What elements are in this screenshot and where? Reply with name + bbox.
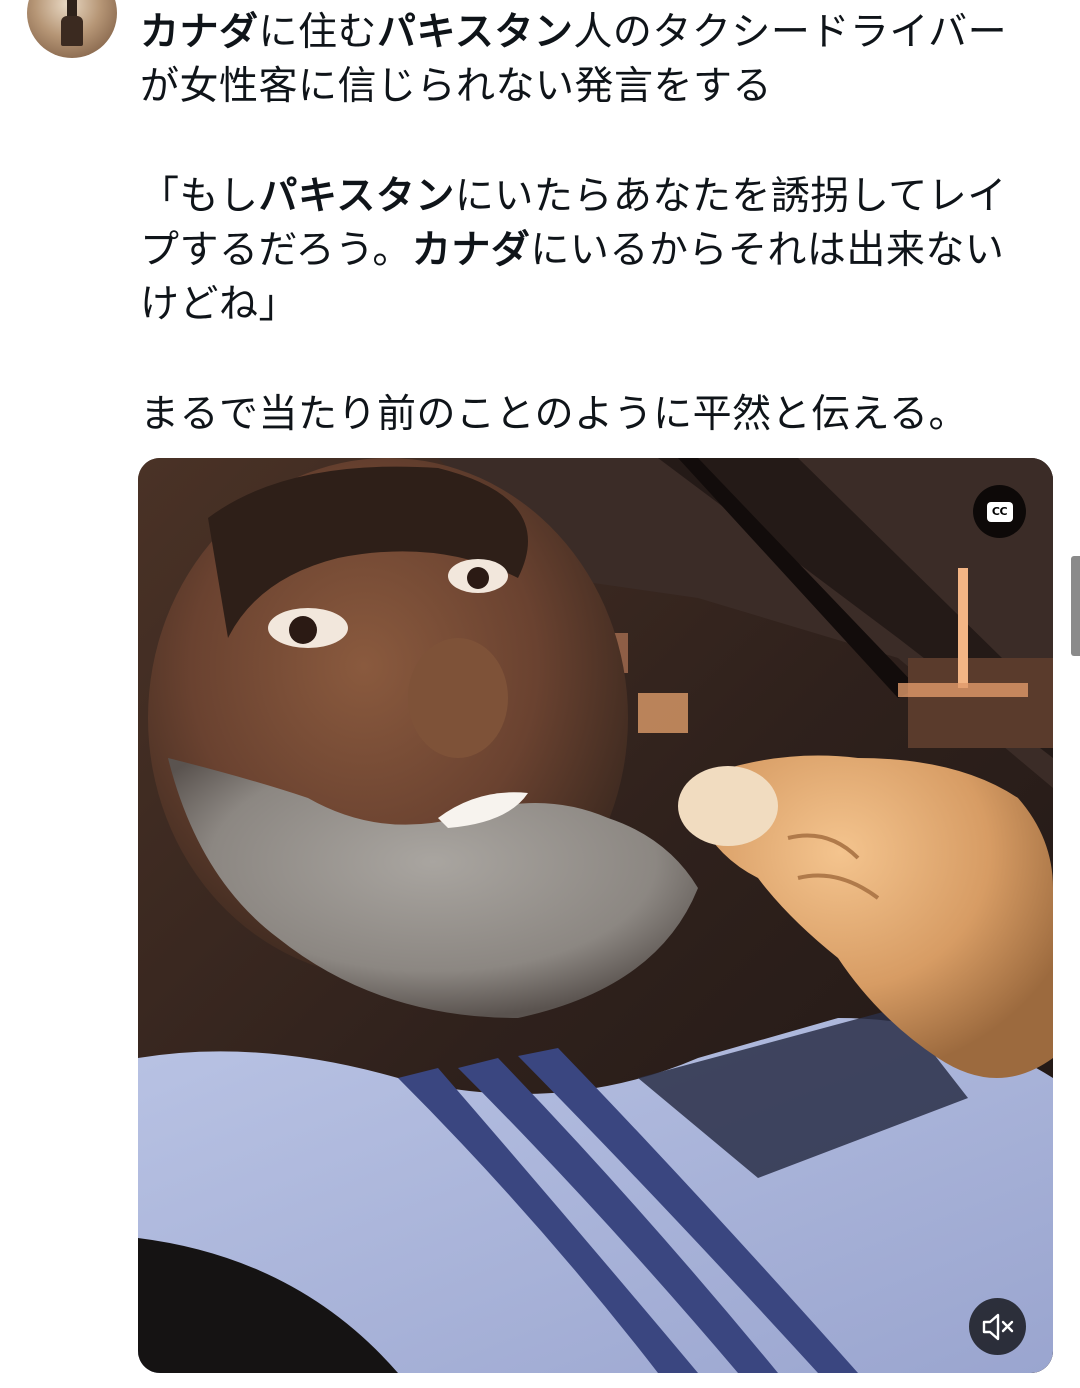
text-segment: カナダ [140,10,259,55]
text-segment: に住む [258,10,378,55]
mute-toggle-button[interactable] [969,1298,1026,1355]
text-segment: 「もし [140,174,259,219]
tweet-text: カナダに住むパキスタン人のタクシードライバーが女性客に信じられない発言をする 「… [140,6,1030,442]
closed-captions-icon: CC [986,501,1013,522]
avatar-figure-body [61,16,83,46]
text-segment: カナダ [411,228,531,273]
text-segment: パキスタン [377,10,574,55]
video-player[interactable] [138,458,1053,1373]
tweet-paragraph-3: まるで当たり前のことのように平然と伝える。 [140,388,1030,442]
page-scrollbar[interactable] [1071,556,1080,656]
video-frame [138,458,1053,1373]
closed-captions-button[interactable]: CC [973,485,1026,538]
speaker-muted-icon [982,1313,1013,1340]
text-segment: パキスタン [258,174,455,219]
tweet-paragraph-1: カナダに住むパキスタン人のタクシードライバーが女性客に信じられない発言をする [140,6,1030,114]
tweet-paragraph-2: 「もしパキスタンにいたらあなたを誘拐してレイプするだろう。カナダにいるからそれは… [140,170,1030,332]
author-avatar[interactable] [27,0,117,58]
text-segment: まるで当たり前のことのように平然と伝える。 [140,392,968,437]
